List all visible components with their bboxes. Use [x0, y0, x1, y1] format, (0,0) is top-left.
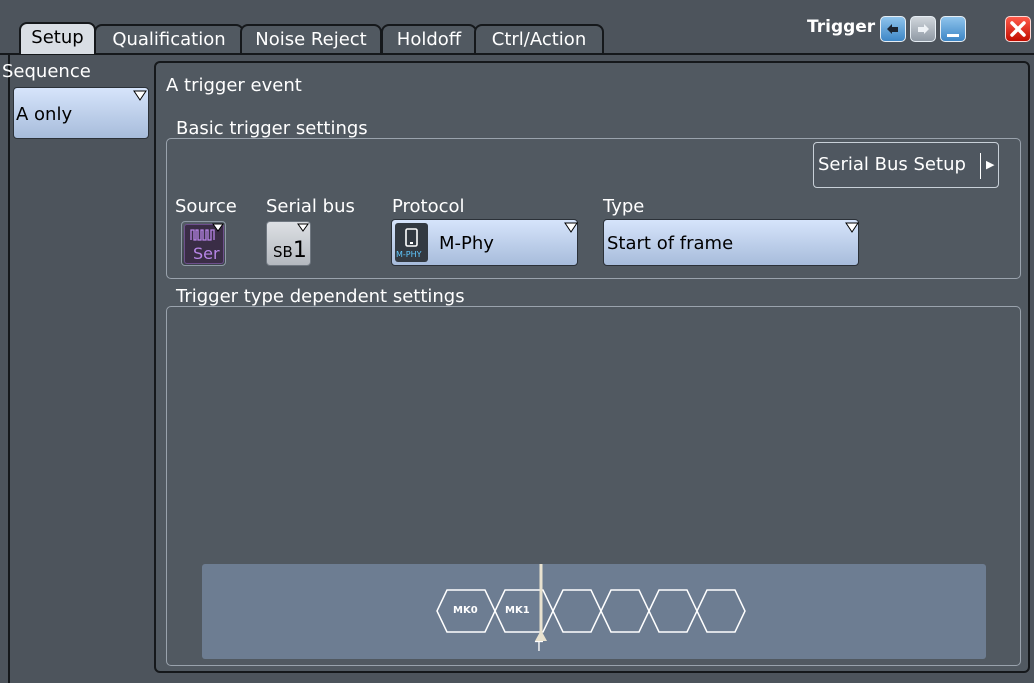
frame-field-3: [552, 589, 602, 633]
separator: [980, 153, 981, 179]
serial-bus-prefix: SB: [273, 243, 293, 261]
sequence-label: Sequence: [2, 61, 91, 82]
close-button[interactable]: [1005, 16, 1031, 42]
protocol-value: M-Phy: [439, 233, 494, 254]
minimize-button[interactable]: [940, 16, 966, 42]
protocol-label: Protocol: [392, 196, 465, 217]
serial-bus-number: 1: [292, 238, 307, 263]
redo-button[interactable]: [910, 16, 936, 42]
serial-bus-label: Serial bus: [266, 196, 355, 217]
redo-icon: [918, 24, 929, 34]
protocol-icon-caption: M-PHY: [396, 250, 422, 259]
trigger-marker-label: T: [535, 640, 543, 655]
serial-bus-setup-button[interactable]: Serial Bus Setup ▶: [813, 142, 999, 188]
tab-holdoff[interactable]: Holdoff: [381, 24, 477, 54]
frame-diagram-graphic: [436, 564, 746, 641]
dropdown-arrow-icon: [133, 90, 147, 101]
type-label: Type: [603, 196, 645, 217]
dropdown-arrow-icon: [297, 223, 309, 232]
basic-settings-label: Basic trigger settings: [176, 118, 368, 139]
frame-field-4: [600, 589, 650, 633]
serial-bus-value: SB1: [273, 238, 307, 263]
frame-field-label-mk1: MK1: [505, 605, 530, 616]
source-value: Ser: [193, 244, 220, 263]
close-icon: [1010, 21, 1026, 37]
frame-field-label-mk0: MK0: [453, 605, 478, 616]
left-border: [8, 55, 10, 683]
frame-field-5: [648, 589, 698, 633]
undo-button[interactable]: [880, 16, 906, 42]
frame-field-6: [696, 589, 746, 633]
source-label: Source: [175, 196, 237, 217]
dependent-settings-label: Trigger type dependent settings: [176, 286, 465, 307]
event-title: A trigger event: [166, 75, 302, 96]
tab-bar-divider: [0, 53, 1034, 55]
tab-ctrl-action[interactable]: Ctrl/Action: [474, 24, 604, 54]
mphy-protocol-icon: M-PHY: [395, 223, 428, 262]
source-button[interactable]: Ser: [181, 221, 226, 266]
frame-diagram: MK0 MK1 T: [202, 564, 986, 659]
dialog-title: Trigger: [807, 17, 876, 37]
tab-qualification[interactable]: Qualification: [94, 24, 244, 54]
protocol-select[interactable]: M-PHY M-Phy: [391, 219, 578, 266]
tab-setup[interactable]: Setup: [19, 22, 96, 54]
play-arrow-icon: ▶: [986, 158, 995, 171]
type-select[interactable]: Start of frame: [603, 219, 859, 266]
undo-icon: [887, 24, 898, 34]
trigger-dialog: Setup Qualification Noise Reject Holdoff…: [0, 0, 1034, 683]
serial-bus-button[interactable]: SB1: [266, 221, 311, 266]
phone-icon: [405, 228, 418, 247]
serial-bus-setup-label: Serial Bus Setup: [818, 154, 966, 175]
tab-noise-reject[interactable]: Noise Reject: [240, 24, 382, 54]
minimize-icon: [947, 34, 959, 37]
sequence-value: A only: [16, 104, 73, 125]
dropdown-arrow-icon: [564, 222, 578, 233]
dropdown-arrow-icon: [845, 222, 859, 233]
type-value: Start of frame: [607, 233, 734, 254]
sequence-select[interactable]: A only: [13, 87, 149, 139]
dropdown-arrow-icon: [212, 223, 224, 232]
